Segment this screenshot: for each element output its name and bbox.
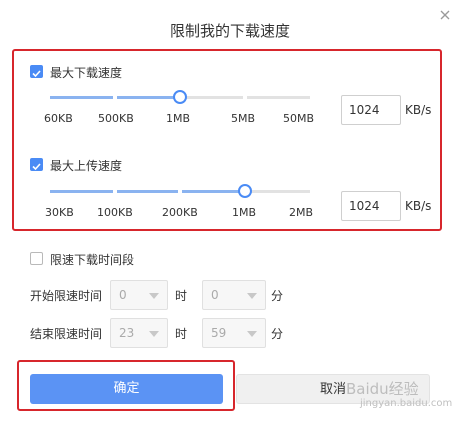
slider-segment-gap [113,190,117,193]
hour-unit: 时 [175,327,188,341]
dialog-title: 限制我的下载速度 [169,22,290,40]
minute-unit: 分 [271,327,284,341]
ok-button[interactable]: 确定 [30,374,223,404]
minute-unit: 分 [271,289,284,303]
checkmark-icon [32,70,41,78]
start-hour-value: 0 [119,288,127,302]
end-time-label: 结束限速时间 [30,327,103,341]
start-hour-select[interactable]: 0 [110,280,168,310]
download-speed-input[interactable]: 1024 [341,95,401,125]
download-limit-label: 最大下载速度 [50,66,123,80]
download-limit-checkbox[interactable] [30,65,43,78]
slider-segment-gap [243,96,247,99]
slider-segment-gap [113,96,117,99]
upload-speed-unit: KB/s [405,199,432,213]
upload-slider-thumb[interactable] [238,184,252,198]
download-tick: 500KB [98,112,134,125]
baidu-watermark-url: jingyan.baidu.com [360,398,453,409]
download-speed-unit: KB/s [405,103,432,117]
upload-tick: 30KB [45,206,74,219]
upload-tick: 2MB [289,206,314,219]
upload-tick: 1MB [232,206,257,219]
end-minute-select[interactable]: 59 [202,318,266,348]
download-tick: 5MB [231,112,256,125]
chevron-down-icon [247,331,257,337]
end-hour-value: 23 [119,326,135,340]
download-slider-thumb[interactable] [173,90,187,104]
upload-limit-label: 最大上传速度 [50,159,123,173]
end-hour-select[interactable]: 23 [110,318,168,348]
chevron-down-icon [149,331,159,337]
hour-unit: 时 [175,289,188,303]
close-icon[interactable] [438,8,452,22]
chevron-down-icon [149,293,159,299]
download-tick: 1MB [166,112,191,125]
download-tick: 60KB [44,112,73,125]
baidu-watermark: Baidu经验 [346,380,419,398]
upload-slider-fill [50,190,245,193]
slider-segment-gap [178,190,182,193]
download-tick: 50MB [283,112,315,125]
start-minute-select[interactable]: 0 [202,280,266,310]
upload-speed-input[interactable]: 1024 [341,191,401,221]
start-minute-value: 0 [211,288,219,302]
checkmark-icon [32,163,41,171]
start-time-label: 开始限速时间 [30,289,103,303]
upload-limit-checkbox[interactable] [30,158,43,171]
upload-tick: 100KB [97,206,133,219]
upload-tick: 200KB [162,206,198,219]
schedule-limit-label: 限速下载时间段 [50,253,135,267]
schedule-limit-checkbox[interactable] [30,252,43,265]
end-minute-value: 59 [211,326,227,340]
chevron-down-icon [247,293,257,299]
